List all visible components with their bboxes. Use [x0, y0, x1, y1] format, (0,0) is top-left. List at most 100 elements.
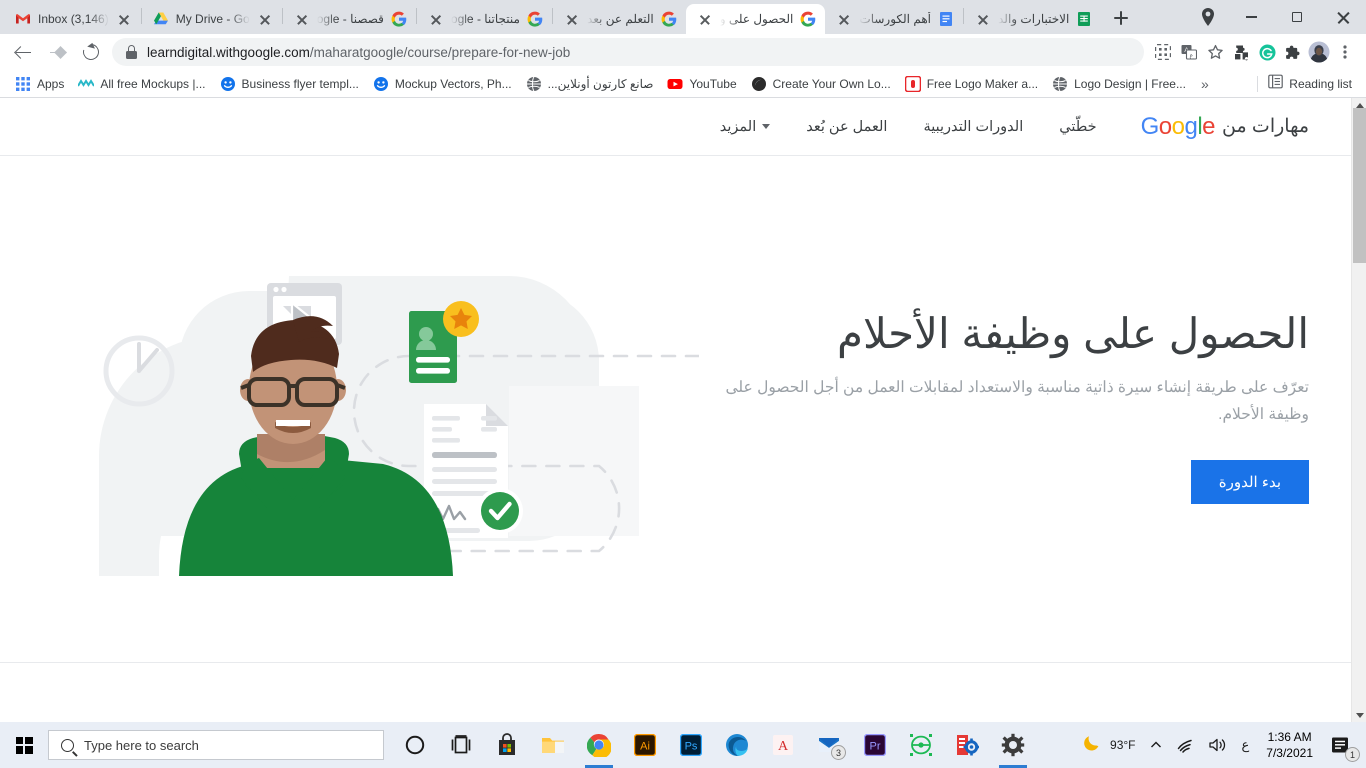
bookmark-item[interactable]: Apps	[8, 73, 71, 95]
tab[interactable]: الاختبارات والد	[964, 4, 1101, 34]
reload-button[interactable]	[76, 37, 106, 67]
tab-title: الاختبارات والد	[998, 12, 1070, 26]
url-domain: learndigital.withgoogle.com	[147, 44, 310, 60]
bookmark-label: Free Logo Maker a...	[926, 76, 1039, 91]
new-tab-button[interactable]	[1107, 4, 1135, 32]
profile-avatar[interactable]	[1306, 39, 1332, 65]
hero-illustration	[79, 236, 701, 576]
moon-icon	[1082, 733, 1102, 758]
maximize-button[interactable]	[1274, 1, 1320, 33]
tab[interactable]: التعلم عن بعد	[553, 4, 686, 34]
tab[interactable]: أهم الكورسات	[825, 4, 963, 34]
tab-close-icon[interactable]	[697, 11, 713, 27]
bookmark-item[interactable]: Logo Design | Free...	[1045, 73, 1193, 95]
microsoft-store-icon[interactable]	[484, 722, 530, 768]
scrollbar-thumb[interactable]	[1353, 108, 1366, 263]
three-dot-menu-icon[interactable]	[1332, 39, 1358, 65]
premiere-icon[interactable]: Pr	[852, 722, 898, 768]
shape-tool-icon[interactable]	[898, 722, 944, 768]
photoshop-icon[interactable]: Ps	[668, 722, 714, 768]
nav-item-courses[interactable]: الدورات التدريبية	[923, 119, 1023, 135]
qr-code-icon[interactable]	[1150, 39, 1176, 65]
weather-widget[interactable]: 93°F	[1075, 722, 1142, 768]
tab-close-icon[interactable]	[975, 11, 991, 27]
google-icon	[800, 11, 816, 27]
tab-active[interactable]: الحصول على و	[685, 4, 826, 34]
bookmark-item[interactable]: All free Mockups |...	[71, 73, 212, 95]
youtube-icon	[667, 76, 683, 92]
svg-text:Pr: Pr	[870, 741, 881, 753]
docs-icon	[938, 11, 954, 27]
autodesk-icon[interactable]: A	[760, 722, 806, 768]
bookmark-item[interactable]: Create Your Own Lo...	[744, 73, 898, 95]
reading-list-icon	[1268, 74, 1284, 94]
bookmark-item[interactable]: صانع كارتون أونلاين...	[519, 73, 661, 95]
page-scrollbar[interactable]	[1351, 98, 1366, 722]
minimize-button[interactable]	[1228, 1, 1274, 33]
extensions-puzzle-icon[interactable]	[1280, 39, 1306, 65]
taskbar-clock[interactable]: 1:36 AM 7/3/2021	[1256, 729, 1323, 761]
bookmark-item[interactable]: Free Logo Maker a...	[898, 73, 1045, 95]
section-divider	[0, 662, 1351, 663]
apps-grid-icon	[15, 76, 31, 92]
tab[interactable]: My Drive - Go	[142, 4, 282, 34]
tab-close-icon[interactable]	[564, 11, 580, 27]
start-course-button[interactable]: بدء الدورة	[1190, 460, 1309, 505]
windows-start-icon	[15, 736, 33, 754]
close-button[interactable]	[1320, 1, 1366, 33]
start-button[interactable]	[0, 722, 48, 768]
chevron-down-icon	[762, 124, 771, 129]
speaker-icon[interactable]	[1201, 722, 1235, 768]
language-indicator[interactable]: ع	[1235, 722, 1257, 768]
nav-item-remote-work[interactable]: العمل عن بُعد	[806, 119, 887, 135]
task-view-icon[interactable]	[438, 722, 484, 768]
tab-close-icon[interactable]	[428, 11, 444, 27]
nav-item-my-plan[interactable]: خطّتي	[1059, 119, 1096, 135]
scroll-down-arrow[interactable]	[1352, 708, 1366, 722]
wifi-icon[interactable]	[1169, 722, 1201, 768]
mail-icon[interactable]: 3	[806, 722, 852, 768]
profile-pin-icon[interactable]	[1194, 3, 1222, 31]
app-settings-icon[interactable]	[944, 722, 990, 768]
system-tray: 93°F ع 1:36 AM 7/3/2021 1	[1075, 722, 1366, 768]
bookmark-star-icon[interactable]	[1202, 39, 1228, 65]
illustrator-icon[interactable]: Ai	[622, 722, 668, 768]
clock-time: 1:36 AM	[1267, 729, 1312, 744]
notifications-icon[interactable]: 1	[1323, 722, 1362, 768]
translate-icon[interactable]: Aع	[1176, 39, 1202, 65]
page-viewport: مهارات من Google خطّتي الدورات التدريبية…	[0, 98, 1366, 722]
svg-text:Ai: Ai	[640, 741, 650, 753]
reading-list-button[interactable]: Reading list	[1262, 74, 1358, 94]
tab-close-icon[interactable]	[836, 11, 852, 27]
tab-close-icon[interactable]	[294, 11, 310, 27]
google-icon	[391, 11, 407, 27]
show-hidden-icons-chevron[interactable]	[1143, 722, 1169, 768]
bookmark-item[interactable]: Business flyer templ...	[213, 73, 366, 95]
site-brand[interactable]: مهارات من Google	[1141, 113, 1309, 141]
tab-close-icon[interactable]	[116, 11, 132, 27]
grammarly-icon[interactable]	[1254, 39, 1280, 65]
tab[interactable]: Inbox (3,146)	[4, 4, 141, 34]
cortana-icon[interactable]	[392, 722, 438, 768]
settings-gear-icon[interactable]	[990, 722, 1036, 768]
extension-dark-icon[interactable]	[1228, 39, 1254, 65]
tab-close-icon[interactable]	[257, 11, 273, 27]
tab-title: My Drive - Go	[175, 12, 250, 26]
magnifier-icon	[61, 738, 74, 752]
bookmark-item[interactable]: Mockup Vectors, Ph...	[366, 73, 519, 95]
address-bar[interactable]: learndigital.withgoogle.com/maharatgoogl…	[112, 38, 1144, 66]
forward-button[interactable]	[42, 37, 72, 67]
file-explorer-icon[interactable]	[530, 722, 576, 768]
back-button[interactable]	[8, 37, 38, 67]
bookmark-label: Mockup Vectors, Ph...	[394, 76, 512, 91]
tab[interactable]: قصصنا - ogle	[283, 4, 416, 34]
nav-item-more[interactable]: المزيد	[720, 119, 771, 135]
divider	[1257, 75, 1259, 92]
windows-taskbar: Type here to search Ai Ps A 3 Pr 93°F ع …	[0, 722, 1366, 768]
edge-icon[interactable]	[714, 722, 760, 768]
chrome-icon[interactable]	[576, 722, 622, 768]
tab[interactable]: منتجاتنا - ogle	[417, 4, 552, 34]
bookmark-item[interactable]: YouTube	[660, 73, 743, 95]
bookmarks-overflow-button[interactable]: »	[1193, 76, 1217, 92]
taskbar-search-input[interactable]: Type here to search	[48, 730, 384, 760]
